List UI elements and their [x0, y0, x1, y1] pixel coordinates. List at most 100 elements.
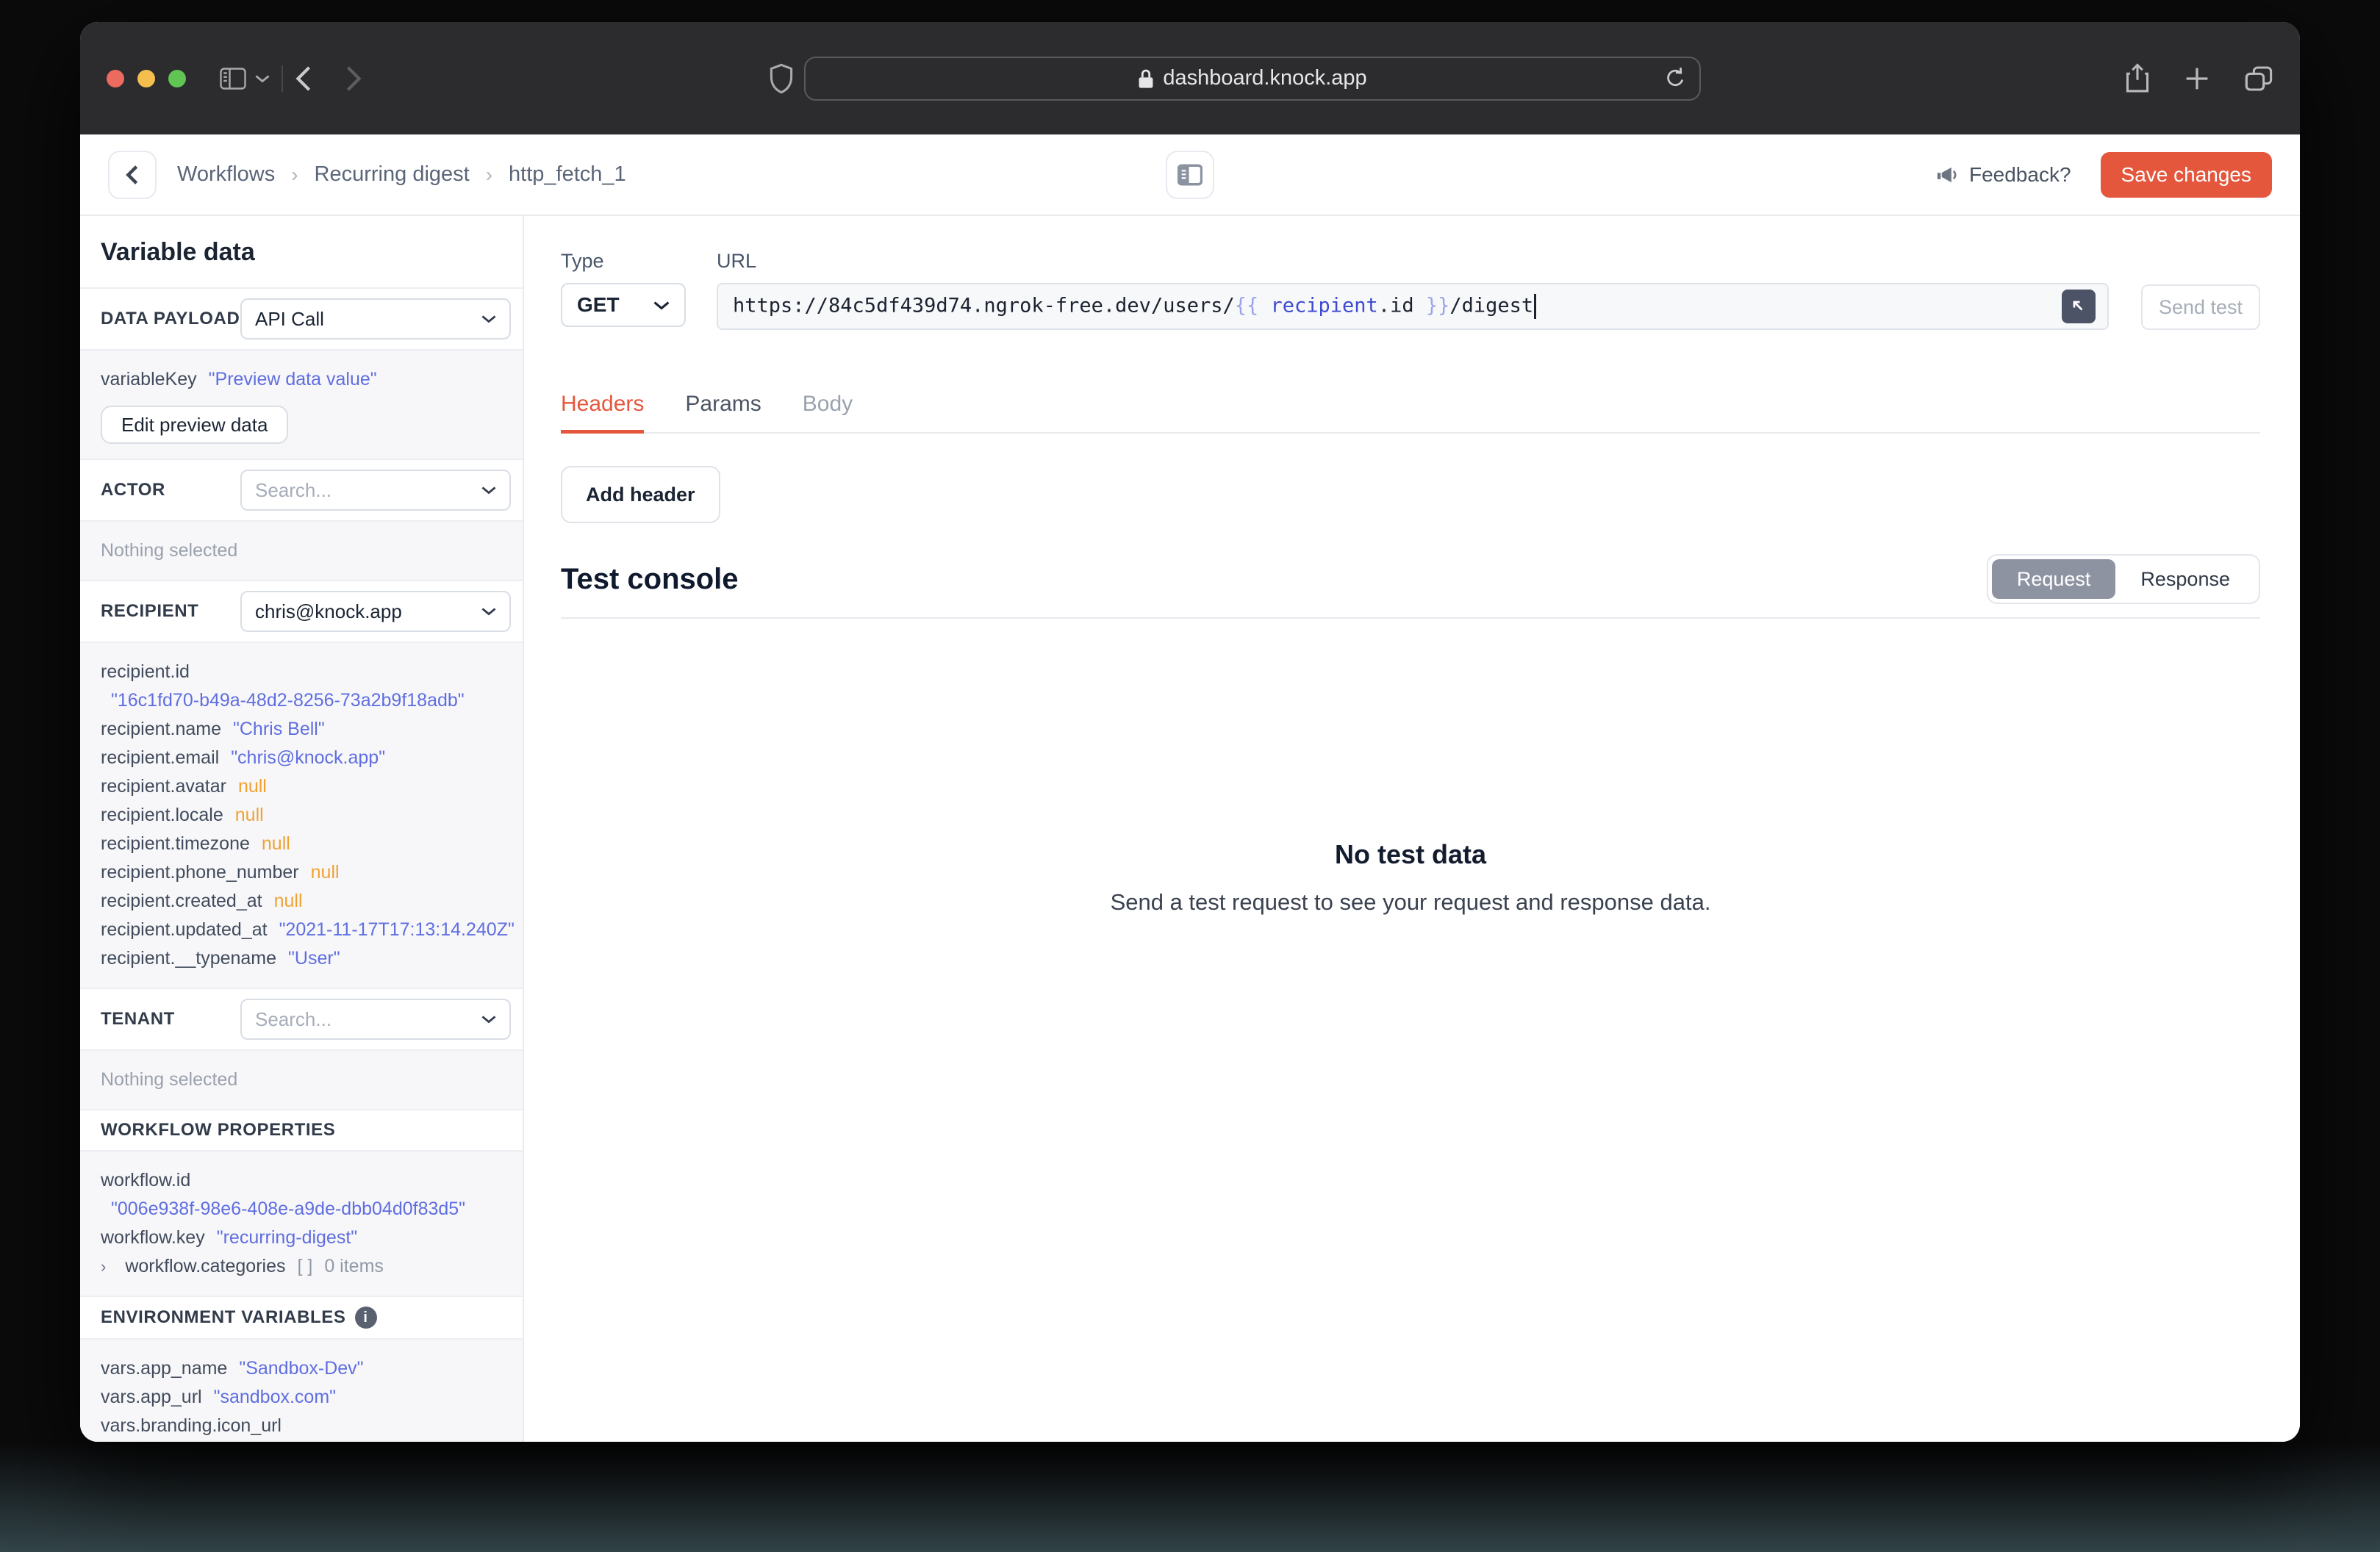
app-back-button[interactable]: [108, 150, 157, 199]
expand-icon: [2073, 301, 2083, 311]
var-value: null: [237, 776, 267, 797]
feedback-link[interactable]: Feedback?: [1935, 163, 2071, 187]
lock-icon: [1139, 69, 1153, 88]
var-value: "recurring-digest": [216, 1227, 358, 1248]
console-empty-state: No test data Send a test request to see …: [561, 839, 2260, 916]
new-tab-icon[interactable]: [2184, 65, 2210, 92]
close-window-button[interactable]: [107, 69, 124, 87]
url-code: https://84c5df439d74.ngrok-free.dev/user…: [733, 294, 2062, 319]
var-key: vars.branding.icon_url: [101, 1415, 282, 1436]
sidebar-toggle-button[interactable]: [1166, 150, 1214, 199]
address-bar-url: dashboard.knock.app: [1163, 66, 1367, 90]
var-key: recipient.email: [101, 747, 220, 768]
chevron-down-icon: [481, 1016, 496, 1024]
actor-empty-text: Nothing selected: [101, 540, 238, 561]
breadcrumb-separator: ›: [485, 162, 493, 186]
breadcrumb: Workflows › Recurring digest › http_fetc…: [177, 162, 626, 187]
actor-label: ACTOR: [101, 480, 165, 500]
tenant-empty-section: Nothing selected: [80, 1051, 523, 1110]
table-row: vars.app_url "sandbox.com": [101, 1383, 502, 1412]
panel-title: Variable data: [80, 216, 523, 289]
chevron-down-icon: [481, 608, 496, 616]
sidebar-toggle-icon: [1178, 164, 1202, 185]
browser-window: dashboard.knock.app Workflows › Recurrin…: [80, 22, 2300, 1442]
var-key: recipient.name: [101, 719, 221, 739]
breadcrumb-item-step: http_fetch_1: [509, 162, 626, 186]
var-key: workflow.id: [101, 1170, 191, 1190]
env-vars-section: vars.app_name "Sandbox-Dev" vars.app_url…: [80, 1340, 523, 1442]
actor-select[interactable]: Search...: [240, 470, 511, 511]
preview-data-section: variableKey "Preview data value" Edit pr…: [80, 351, 523, 460]
data-payload-row: DATA PAYLOAD API Call: [80, 289, 523, 351]
address-bar[interactable]: dashboard.knock.app: [804, 56, 1701, 101]
var-value: null: [234, 805, 264, 825]
zoom-window-button[interactable]: [168, 69, 186, 87]
feedback-label: Feedback?: [1968, 162, 2071, 186]
type-label: Type: [561, 250, 604, 272]
send-test-button[interactable]: Send test: [2141, 284, 2260, 330]
edit-preview-data-button[interactable]: Edit preview data: [101, 406, 289, 444]
var-value: "006e938f-98e6-408e-a9de-dbb04d0f83d5": [111, 1199, 466, 1219]
chevron-down-icon[interactable]: [255, 74, 270, 83]
privacy-shield-icon[interactable]: [769, 63, 794, 94]
var-value: "2021-11-17T17:13:14.240Z": [279, 919, 515, 940]
recipient-vars-section: recipient.id "16c1fd70-b49a-48d2-8256-73…: [80, 643, 523, 989]
var-value: "sandbox.com": [213, 1387, 337, 1407]
expand-editor-button[interactable]: [2062, 290, 2096, 323]
url-input[interactable]: https://84c5df439d74.ngrok-free.dev/user…: [717, 283, 2109, 330]
reload-icon[interactable]: [1664, 66, 1686, 91]
environment-variables-header: ENVIRONMENT VARIABLES i: [80, 1297, 523, 1340]
var-key: recipient.updated_at: [101, 919, 268, 940]
toggle-request[interactable]: Request: [1991, 559, 2116, 599]
var-key: recipient.id: [101, 661, 190, 682]
var-key: workflow.categories: [125, 1256, 286, 1276]
chevron-down-icon: [481, 315, 496, 323]
tabs-overview-icon[interactable]: [2244, 65, 2273, 93]
data-payload-value: API Call: [255, 307, 324, 330]
tenant-label: TENANT: [101, 1009, 175, 1029]
var-meta: 0 items: [324, 1256, 384, 1276]
tab-params[interactable]: Params: [685, 392, 761, 434]
breadcrumb-separator: ›: [291, 162, 298, 186]
table-row: recipient.locale null: [101, 801, 502, 830]
info-icon[interactable]: i: [354, 1307, 377, 1329]
var-value: [ ]: [297, 1256, 313, 1276]
minimize-window-button[interactable]: [137, 69, 155, 87]
data-payload-select[interactable]: API Call: [240, 298, 511, 340]
toggle-response[interactable]: Response: [2115, 559, 2255, 599]
url-label: URL: [717, 250, 757, 272]
actor-placeholder: Search...: [255, 478, 332, 501]
breadcrumb-item-workflows[interactable]: Workflows: [177, 162, 275, 187]
var-key: vars.app_url: [101, 1387, 202, 1407]
var-value: "16c1fd70-b49a-48d2-8256-73a2b9f18adb": [111, 690, 465, 711]
table-row: recipient.__typename "User": [101, 944, 502, 973]
breadcrumb-item-workflow[interactable]: Recurring digest: [315, 162, 470, 187]
method-select[interactable]: GET: [561, 283, 686, 327]
table-row: recipient.id "16c1fd70-b49a-48d2-8256-73…: [101, 658, 502, 715]
var-key: vars.app_name: [101, 1358, 228, 1379]
recipient-select[interactable]: chris@knock.app: [240, 591, 511, 632]
text-caret: [1534, 294, 1537, 319]
table-row: recipient.name "Chris Bell": [101, 715, 502, 744]
tenant-select[interactable]: Search...: [240, 999, 511, 1040]
tab-headers[interactable]: Headers: [561, 392, 645, 434]
table-row: recipient.timezone null: [101, 830, 502, 858]
var-value: null: [310, 862, 340, 883]
var-value: "chris@knock.app": [231, 747, 386, 768]
megaphone-icon: [1937, 167, 1957, 182]
add-header-button[interactable]: Add header: [561, 466, 720, 523]
share-icon[interactable]: [2125, 62, 2150, 95]
back-button[interactable]: [295, 65, 312, 93]
table-row: recipient.updated_at "2021-11-17T17:13:1…: [101, 916, 515, 944]
expander-chevron-icon[interactable]: ›: [101, 1252, 106, 1281]
tenant-row: TENANT Search...: [80, 989, 523, 1051]
browser-sidebar-icon[interactable]: [220, 67, 246, 90]
save-changes-button[interactable]: Save changes: [2100, 151, 2272, 198]
tab-body[interactable]: Body: [803, 392, 853, 434]
var-key: recipient.locale: [101, 805, 223, 825]
table-row: workflow.id "006e938f-98e6-408e-a9de-dbb…: [101, 1166, 502, 1224]
var-value: "Chris Bell": [232, 719, 325, 739]
var-key: recipient.created_at: [101, 891, 262, 911]
forward-button[interactable]: [345, 65, 362, 93]
var-value: "Preview data value": [208, 369, 377, 389]
